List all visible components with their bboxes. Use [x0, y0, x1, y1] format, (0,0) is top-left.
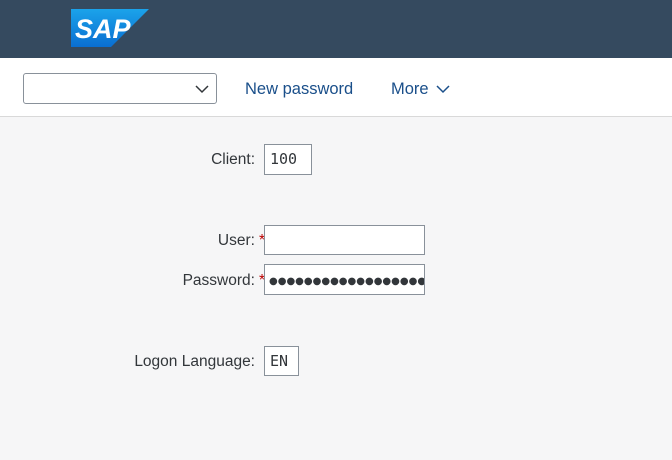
- logon-language-value: EN: [270, 352, 289, 370]
- logon-language-label: Logon Language:: [134, 353, 255, 370]
- user-label: User: *: [218, 231, 265, 251]
- client-label: Client:: [211, 151, 255, 168]
- new-password-link[interactable]: New password: [245, 79, 353, 99]
- user-input[interactable]: [264, 225, 425, 255]
- client-value: 100: [270, 150, 298, 168]
- password-value: ●●●●●●●●●●●●●●●●●●: [269, 276, 425, 287]
- password-label: Password: *: [183, 271, 265, 291]
- more-menu-button[interactable]: More: [391, 79, 451, 99]
- more-label: More: [391, 80, 429, 98]
- sap-logo: SAP: [71, 9, 149, 47]
- password-label-text: Password:: [182, 272, 255, 289]
- system-dropdown[interactable]: [23, 73, 217, 104]
- chevron-down-icon: [436, 85, 450, 94]
- chevron-down-icon: [195, 85, 209, 94]
- logon-language-input[interactable]: EN: [264, 346, 299, 376]
- sap-logo-text: SAP: [75, 14, 132, 44]
- shell-header: SAP: [0, 0, 672, 58]
- password-input[interactable]: ●●●●●●●●●●●●●●●●●●: [264, 264, 425, 295]
- client-input[interactable]: 100: [264, 144, 312, 175]
- user-label-text: User:: [217, 232, 255, 249]
- toolbar: New password More: [0, 58, 672, 117]
